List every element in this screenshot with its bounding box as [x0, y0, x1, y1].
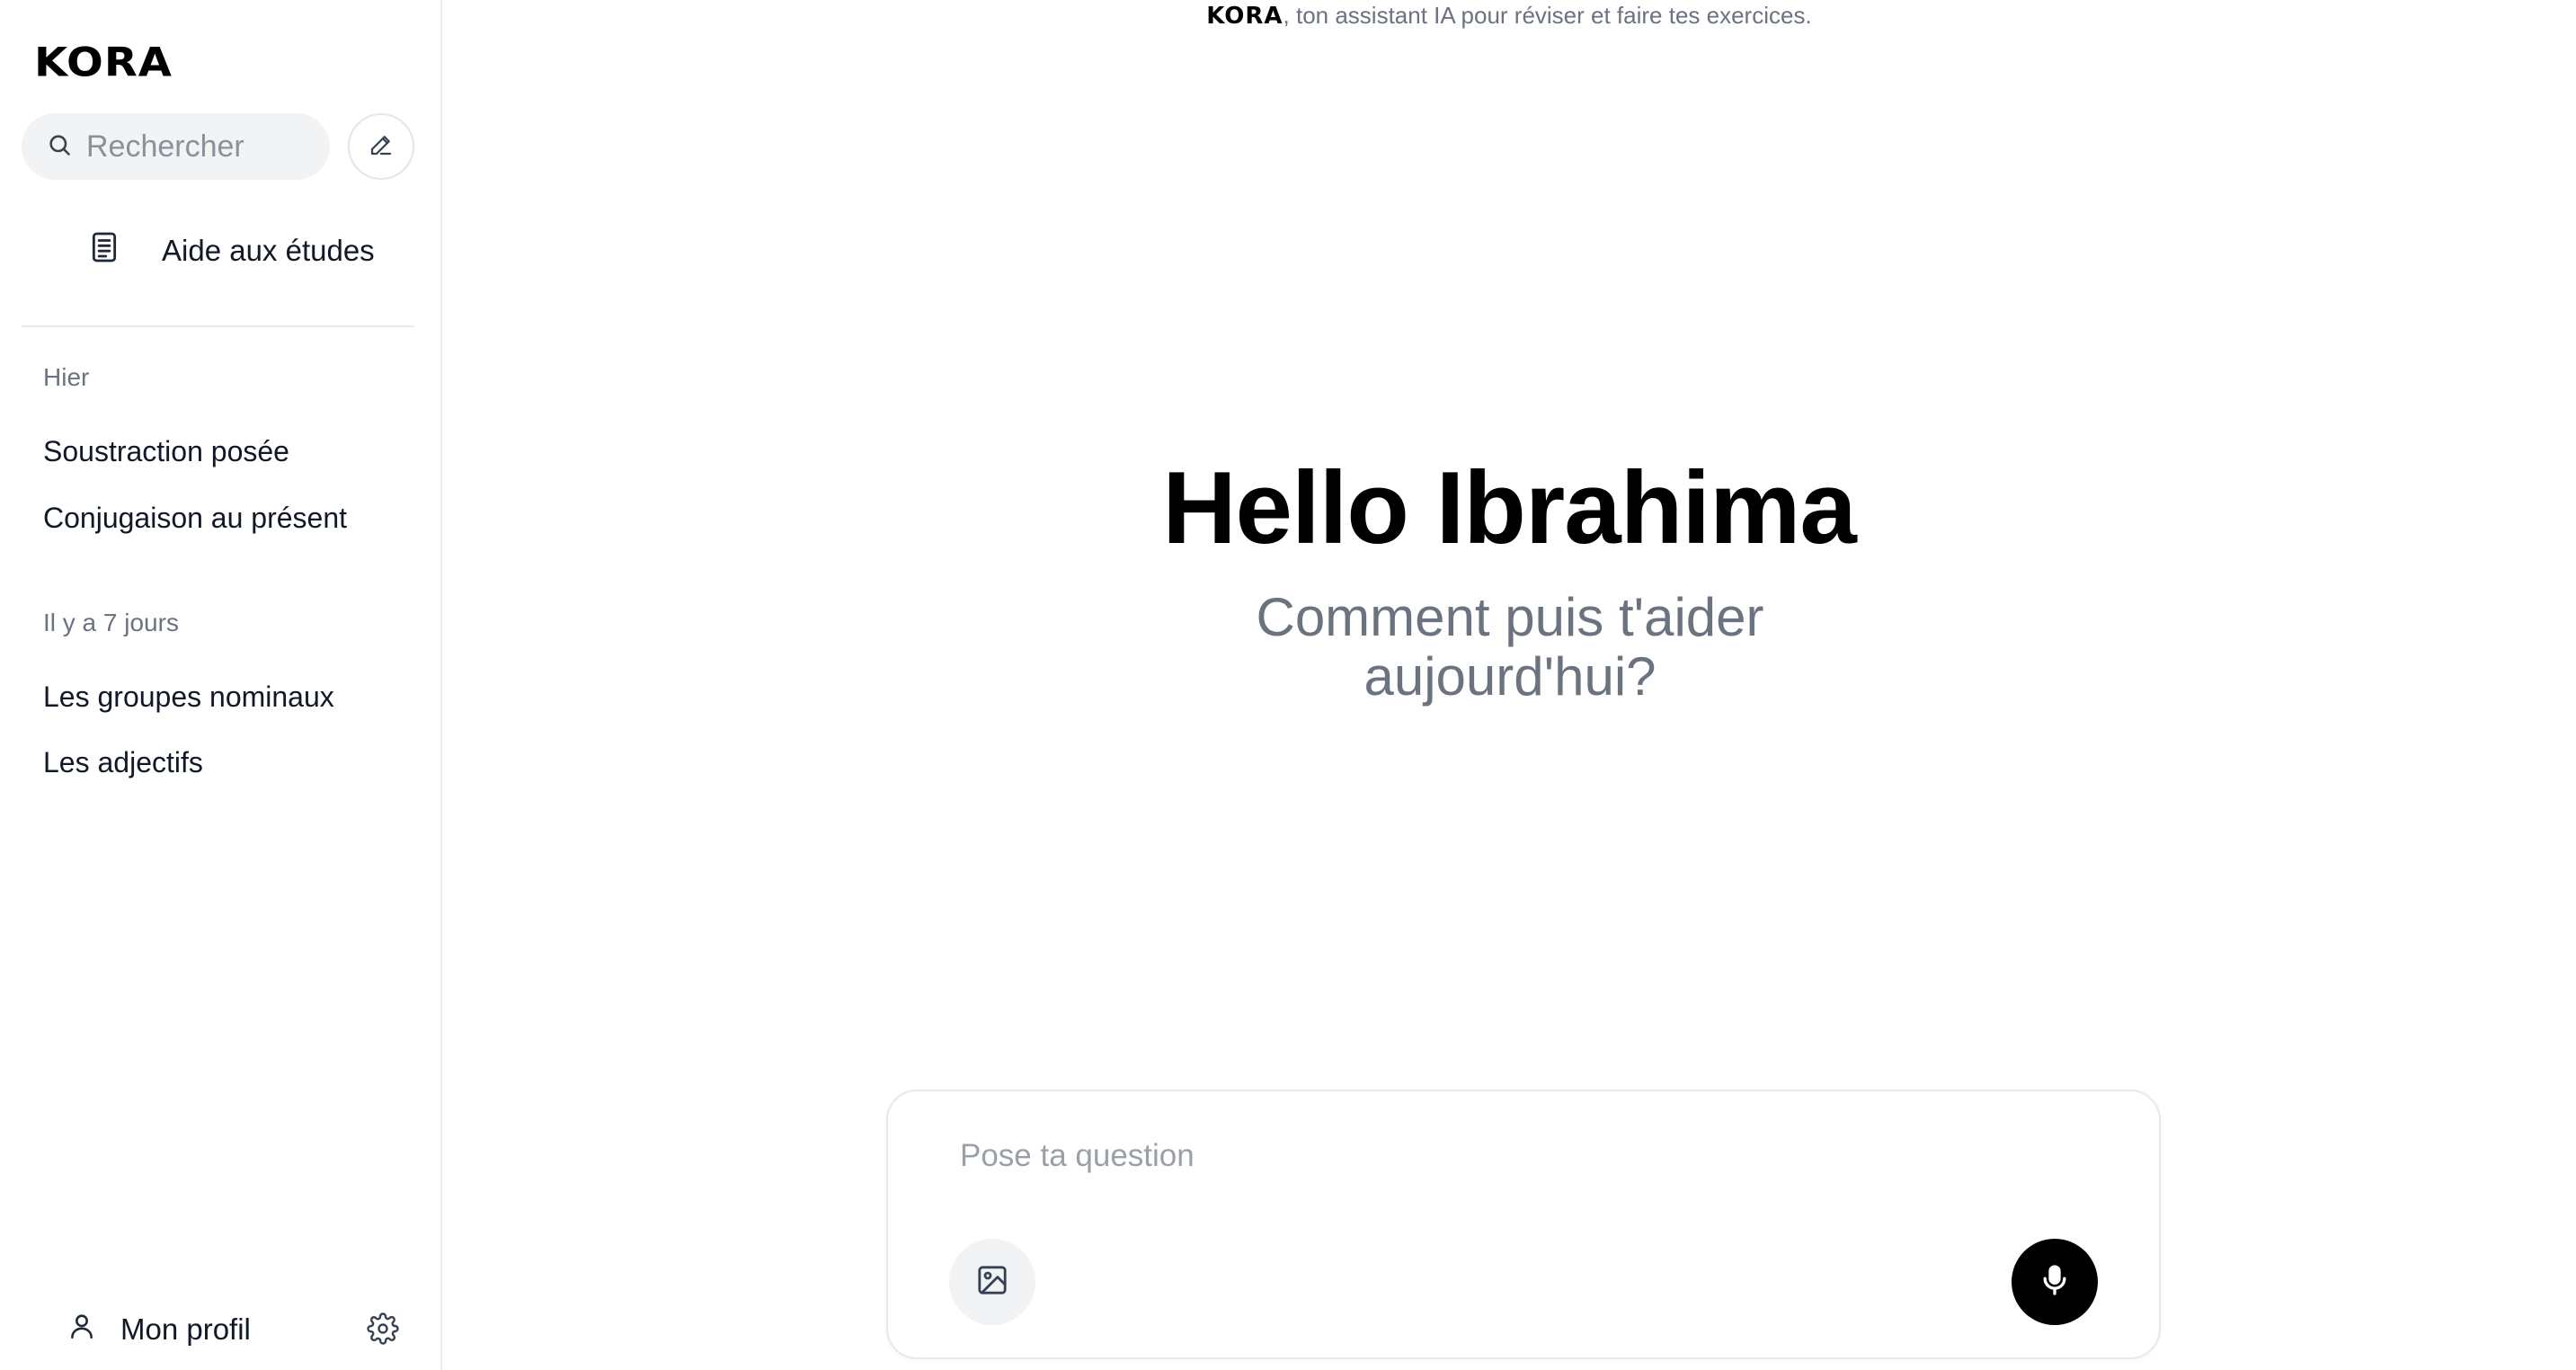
document-icon	[86, 229, 122, 272]
search-input[interactable]	[86, 129, 320, 165]
new-chat-button[interactable]	[348, 113, 414, 180]
question-input[interactable]	[960, 1138, 2039, 1174]
divider	[22, 325, 414, 327]
microphone-icon	[2037, 1262, 2073, 1303]
app-logo[interactable]: KORA	[34, 40, 173, 86]
history-item[interactable]: Soustraction posée	[43, 435, 289, 468]
greeting-title: Hello Ibrahima	[1162, 451, 1857, 565]
profile-button[interactable]: Mon profil	[43, 1311, 251, 1348]
sidebar: KORA Aide aux études Hier Soustraction p…	[0, 0, 442, 1370]
user-icon	[67, 1311, 97, 1348]
pencil-icon	[368, 131, 395, 163]
message-composer	[886, 1090, 2161, 1359]
history-item[interactable]: Conjugaison au présent	[43, 502, 347, 535]
search-box[interactable]	[22, 113, 330, 180]
sidebar-item-study-help[interactable]: Aide aux études	[22, 216, 417, 286]
tagline-brand: KORA	[1206, 3, 1284, 30]
sidebar-item-label: Aide aux études	[162, 234, 375, 267]
tagline-text: , ton assistant IA pour réviser et faire…	[1283, 2, 1812, 29]
history-item[interactable]: Les groupes nominaux	[43, 681, 334, 714]
header-tagline: KORA, ton assistant IA pour réviser et f…	[442, 2, 2576, 30]
greeting-subtitle: Comment puis t'aider aujourd'hui?	[1256, 587, 1764, 707]
history-item[interactable]: Les adjectifs	[43, 746, 203, 779]
history-group-label: Hier	[43, 363, 90, 391]
voice-input-button[interactable]	[2012, 1239, 2098, 1325]
upload-image-button[interactable]	[949, 1239, 1035, 1325]
search-icon	[47, 132, 72, 162]
settings-button[interactable]	[367, 1312, 399, 1345]
profile-label: Mon profil	[120, 1312, 251, 1346]
gear-icon	[367, 1312, 399, 1348]
image-icon	[974, 1262, 1010, 1303]
history-group-label: Il y a 7 jours	[43, 609, 179, 636]
